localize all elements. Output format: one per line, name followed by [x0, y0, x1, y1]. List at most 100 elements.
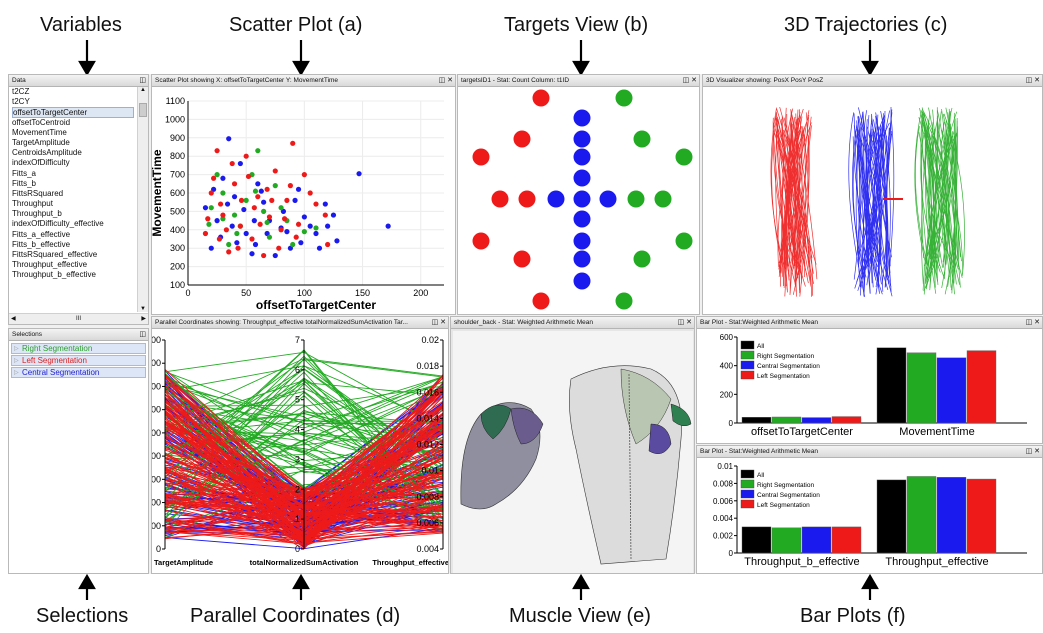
data-point	[235, 245, 241, 251]
variable-item[interactable]: indexOfDifficulty_effective	[12, 219, 148, 229]
float-close-icon[interactable]: ◫ ✕	[683, 75, 697, 86]
targets-view[interactable]	[458, 87, 700, 315]
float-close-icon[interactable]: ◫ ✕	[1026, 317, 1040, 328]
bar	[936, 357, 967, 424]
selection-list[interactable]: ▷ Right Segmentation ▷ Left Segmentation ▷ Ce…	[9, 341, 148, 573]
variable-item[interactable]: indexOfDifficulty	[12, 158, 148, 168]
data-point	[261, 199, 267, 205]
variable-item[interactable]: FittsRSquared	[12, 189, 148, 199]
selection-label: Right Segmentation	[22, 344, 93, 353]
bar	[741, 526, 772, 554]
y-tick-label: 700	[170, 170, 185, 180]
data-point	[226, 249, 232, 255]
scatter-plot[interactable]: 100 200 300 400 500 600 700 800 900 1000 1100 0 50 10…	[152, 87, 456, 315]
float-close-icon[interactable]: ◫ ✕	[1026, 75, 1040, 86]
variable-item[interactable]: t2CZ	[12, 87, 148, 97]
variable-item[interactable]: Fitts_b	[12, 179, 148, 189]
trajectories-view[interactable]	[703, 87, 1043, 315]
y-tick-label: 900	[170, 133, 185, 143]
muscle-panel: shoulder_back - Stat: Weighted Arithmeti…	[450, 316, 695, 574]
float-close-icon[interactable]: ◫ ✕	[678, 317, 692, 328]
float-icon[interactable]: ◫	[139, 75, 146, 86]
data-point	[252, 188, 259, 194]
variable-item[interactable]: t2CY	[12, 97, 148, 107]
data-point	[313, 201, 319, 207]
bar	[876, 347, 907, 424]
float-close-icon[interactable]: ◫ ✕	[432, 317, 446, 328]
variable-item[interactable]: Throughput	[12, 199, 148, 209]
vertical-scrollbar[interactable]: ▲ ▼	[137, 87, 148, 312]
target-circle	[513, 130, 531, 148]
data-point	[301, 172, 307, 178]
float-close-icon[interactable]: ◫ ✕	[439, 75, 453, 86]
variable-item[interactable]: FittsRSquared_effective	[12, 250, 148, 260]
pc-tick-label: 0.008	[416, 492, 439, 502]
expand-icon[interactable]: ▷	[14, 356, 19, 366]
y-tick-label: 0.004	[713, 514, 734, 523]
data-point	[226, 136, 232, 142]
data-point	[261, 252, 267, 259]
legend-label: Right Segmentation	[757, 353, 814, 360]
selection-label: Left Segmentation	[22, 356, 87, 365]
data-point	[330, 212, 337, 218]
float-icon[interactable]: ◫	[139, 329, 146, 340]
data-point	[293, 234, 299, 240]
scroll-down-icon[interactable]: ▼	[138, 306, 148, 312]
variable-item[interactable]: MovementTime	[12, 128, 148, 138]
data-point	[208, 205, 214, 211]
legend: All Right Segmentation Central Segmentatio…	[740, 340, 820, 380]
annotation-trajectories: 3D Trajectories (c)	[784, 14, 948, 36]
variable-item[interactable]: Throughput_effective	[12, 260, 148, 270]
annotation-muscle: Muscle View (e)	[509, 605, 651, 627]
annotation-parallel: Parallel Coordinates (d)	[190, 605, 401, 627]
variable-item[interactable]: offsetToCentroid	[12, 118, 148, 128]
data-point	[276, 245, 282, 251]
pc-tick-label: 600	[152, 405, 161, 415]
x-tick-label: 0	[185, 288, 190, 298]
variable-item[interactable]: Fitts_b_effective	[12, 240, 148, 250]
target-circle	[547, 190, 565, 208]
expand-icon[interactable]: ▷	[14, 344, 19, 354]
data-point	[237, 223, 243, 229]
data-point	[234, 240, 240, 246]
scroll-thumb[interactable]	[139, 103, 147, 117]
y-tick-label: 0.002	[713, 532, 734, 541]
bar-plot-1[interactable]: 0 200 400 600 offsetToTargetCenter MovementTi…	[697, 329, 1043, 444]
selections-panel: Selections ◫ ▷ Right Segmentation ▷ Left Seg…	[8, 328, 149, 574]
variable-list[interactable]: t2CZ t2CY offsetToTargetCenter offsetToCent…	[9, 87, 148, 281]
category-label: offsetToTargetCenter	[751, 426, 853, 438]
scroll-up-icon[interactable]: ▲	[138, 87, 148, 93]
pc-tick-label: 0.01	[421, 466, 439, 476]
expand-icon[interactable]: ▷	[14, 368, 19, 378]
variable-item[interactable]: CentroidsAmplitude	[12, 148, 148, 158]
category-label: Throughput_effective	[885, 556, 988, 568]
parallel-coordinates-plot[interactable]: 0 100 200 300 400 500 600 700 800 900 TargetAmplit…	[152, 329, 449, 574]
target-circle	[615, 89, 633, 107]
variable-item[interactable]: TargetAmplitude	[12, 138, 148, 148]
selection-item[interactable]: ▷ Left Segmentation	[11, 355, 146, 366]
annotation-selections: Selections	[36, 605, 129, 627]
variable-item[interactable]: Fitts_a_effective	[12, 230, 148, 240]
targets-panel: targetsID1 - Stat: Count Column: t1ID ◫ ✕	[457, 74, 700, 315]
y-tick-label: 0.006	[713, 497, 734, 506]
pc-tick-label: 1	[295, 514, 300, 524]
horizontal-scrollbar[interactable]: ◀ III ▶	[9, 313, 148, 324]
data-point	[231, 212, 238, 218]
variable-item[interactable]: Fitts_a	[12, 169, 148, 179]
selection-item[interactable]: ▷ Central Segmentation	[11, 367, 146, 378]
float-close-icon[interactable]: ◫ ✕	[1026, 446, 1040, 457]
variable-item[interactable]: Throughput_b	[12, 209, 148, 219]
target-circle	[532, 89, 550, 107]
muscle-view[interactable]	[451, 329, 695, 574]
target-circle	[573, 148, 591, 166]
pc-axis-label: TargetAmplitude	[154, 558, 213, 567]
variable-item[interactable]: Throughput_b_effective	[12, 270, 148, 280]
data-point	[255, 181, 261, 187]
data-point	[264, 219, 270, 226]
variable-item[interactable]: offsetToTargetCenter	[12, 107, 134, 118]
selection-item[interactable]: ▷ Right Segmentation	[11, 343, 146, 354]
bar-plot-2[interactable]: 0 0.002 0.004 0.006 0.008 0.01 Throughput_b_ef…	[697, 458, 1043, 574]
pc-tick-label: 0	[156, 544, 161, 554]
data-point	[290, 241, 296, 248]
trajectories-panel: 3D Visualizer showing: PosX PosY PosZ ◫ ✕	[702, 74, 1043, 315]
